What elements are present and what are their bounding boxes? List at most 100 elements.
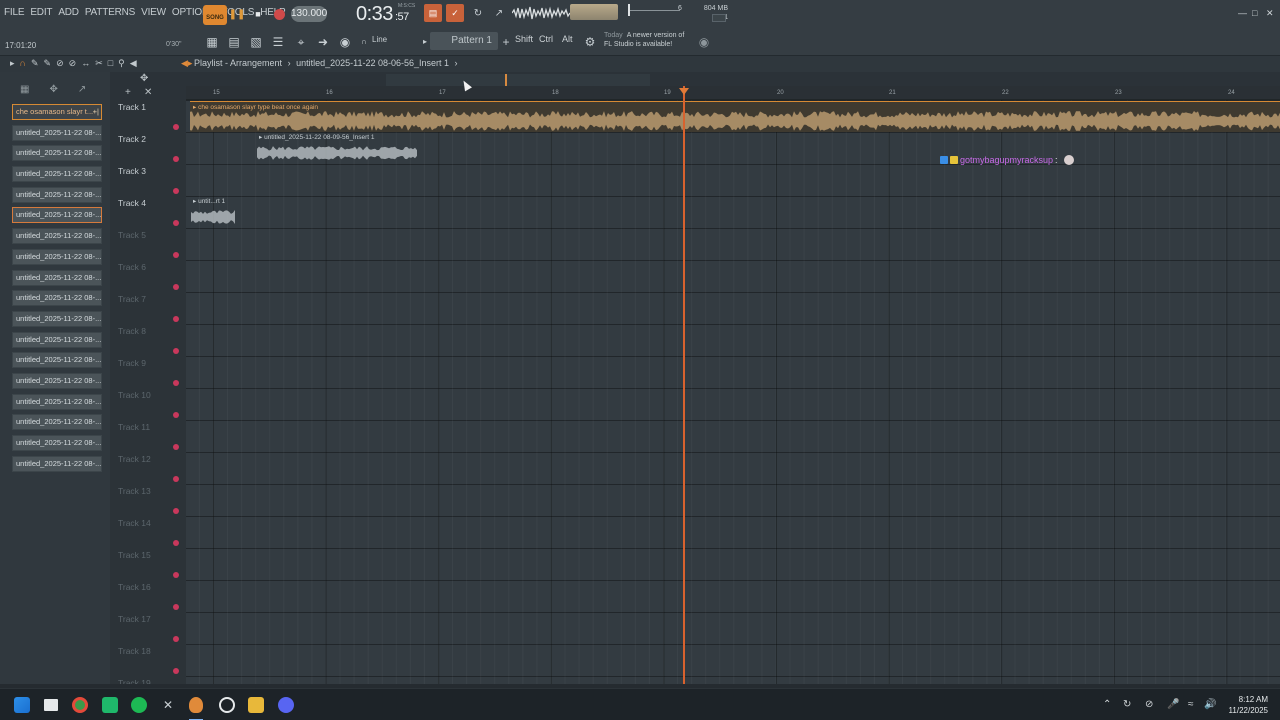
record-button[interactable] bbox=[271, 6, 287, 22]
track-name[interactable]: Track 3 bbox=[118, 166, 146, 176]
playhead-marker-icon[interactable] bbox=[679, 88, 689, 95]
track-mute-dot[interactable] bbox=[173, 508, 179, 514]
track-mute-dot[interactable] bbox=[173, 540, 179, 546]
track-name[interactable]: Track 2 bbox=[118, 134, 146, 144]
menu-file[interactable]: FILE bbox=[4, 7, 25, 18]
tempo-display[interactable]: 130.000 bbox=[291, 6, 327, 22]
add-track-icon[interactable]: + bbox=[125, 87, 131, 98]
remove-track-icon[interactable]: ✕ bbox=[144, 87, 152, 98]
track-name[interactable]: Track 14 bbox=[118, 518, 151, 528]
pattern-item[interactable]: untitled_2025-11-22 08-... bbox=[12, 393, 102, 410]
magnet-snap-icon[interactable]: ∩ bbox=[20, 58, 26, 69]
news-icon[interactable]: ⚙ bbox=[582, 34, 598, 50]
pattern-item[interactable]: untitled_2025-11-22 08-... bbox=[12, 435, 102, 451]
track-mute-dot[interactable] bbox=[173, 604, 179, 610]
online-icon[interactable]: ◉ bbox=[696, 34, 712, 50]
track-name[interactable]: Track 1 bbox=[118, 102, 146, 112]
ctrl-key[interactable]: Ctrl bbox=[539, 34, 553, 44]
track-name[interactable]: Track 10 bbox=[118, 390, 151, 400]
delete-icon[interactable]: ⊘ bbox=[56, 58, 64, 69]
overview-position-marker[interactable] bbox=[505, 74, 507, 86]
menu-add[interactable]: ADD bbox=[58, 7, 79, 18]
move-tool-icon[interactable]: ✥ bbox=[140, 73, 148, 84]
pattern-item[interactable]: che osamason slayr t... +| bbox=[12, 104, 102, 120]
pattern-item[interactable]: untitled_2025-11-22 08-... bbox=[12, 124, 102, 141]
horizontal-overview-scroll[interactable] bbox=[386, 74, 650, 86]
track-mute-dot[interactable] bbox=[173, 284, 179, 290]
playlist-grid[interactable] bbox=[186, 100, 1280, 688]
shift-key[interactable]: Shift bbox=[515, 34, 533, 44]
windows-start-icon[interactable] bbox=[14, 697, 30, 713]
breadcrumb-arrow-icon[interactable]: › bbox=[455, 58, 458, 68]
pattern-item[interactable]: untitled_2025-11-22 08-... bbox=[12, 310, 102, 327]
pattern-item[interactable]: untitled_2025-11-22 08-... bbox=[12, 290, 102, 307]
audio-clip-track-2[interactable]: ▸ untitled_2025-11-22 08-09-56_Insert 1 bbox=[257, 133, 417, 163]
track-name[interactable]: Track 9 bbox=[118, 358, 146, 368]
slice-icon[interactable]: ✂ bbox=[95, 58, 103, 69]
zoom-icon[interactable]: ⚲ bbox=[118, 58, 125, 69]
pattern-item[interactable]: untitled_2025-11-22 08-... bbox=[12, 228, 102, 245]
slip-icon[interactable]: ↔ bbox=[81, 58, 90, 69]
master-pitch-slider[interactable] bbox=[630, 10, 680, 11]
song-mode-button[interactable]: SONG bbox=[203, 5, 227, 25]
mixer-icon[interactable]: ☰ bbox=[270, 34, 286, 50]
track-name[interactable]: Track 15 bbox=[118, 550, 151, 560]
android-studio-icon[interactable] bbox=[102, 697, 118, 713]
track-name[interactable]: Track 6 bbox=[118, 262, 146, 272]
alt-key[interactable]: Alt bbox=[562, 34, 573, 44]
notification-mute-icon[interactable]: ⊘ bbox=[1145, 699, 1153, 710]
browser-icon[interactable]: ⌖ bbox=[293, 34, 309, 50]
breadcrumb[interactable]: untitled_2025-11-22 08-06-56_Insert 1 bbox=[296, 58, 449, 68]
timeline-ruler[interactable]: 15 16 17 18 19 20 21 22 23 24 bbox=[186, 86, 1280, 100]
spotify-icon[interactable] bbox=[131, 697, 147, 713]
microphone-tray-icon[interactable]: 🎤 bbox=[1167, 699, 1179, 710]
track-mute-dot[interactable] bbox=[173, 156, 179, 162]
playlist-nav-icon[interactable]: ◀▸ bbox=[181, 58, 192, 69]
playlist-icon[interactable]: ▦ bbox=[204, 34, 220, 50]
options-arrow-icon[interactable]: ▸ bbox=[10, 58, 15, 69]
track-mute-dot[interactable] bbox=[173, 444, 179, 450]
channel-rack-icon[interactable]: ▧ bbox=[248, 34, 264, 50]
mute-icon[interactable]: ⊘ bbox=[69, 58, 77, 69]
task-view-icon[interactable] bbox=[44, 699, 58, 711]
paint-icon[interactable]: ✎ bbox=[44, 58, 52, 69]
pattern-item[interactable]: untitled_2025-11-22 08-... bbox=[12, 414, 102, 431]
pattern-item[interactable]: untitled_2025-11-22 08-... bbox=[12, 372, 102, 389]
plugin-icon[interactable]: ➜ bbox=[315, 34, 331, 50]
pattern-selector[interactable]: Pattern 1 bbox=[430, 32, 498, 50]
pattern-item[interactable]: untitled_2025-11-22 08-... bbox=[12, 331, 102, 348]
pattern-item[interactable]: untitled_2025-11-22 08-... bbox=[12, 455, 102, 472]
news-panel[interactable]: Today A newer version of FL Studio is ava… bbox=[604, 31, 684, 49]
pattern-item[interactable]: untitled_2025-11-22 08-... bbox=[12, 166, 102, 183]
pattern-item[interactable]: untitled_2025-11-22 08-... bbox=[12, 145, 102, 162]
file-explorer-icon[interactable] bbox=[248, 697, 264, 713]
menu-view[interactable]: VIEW bbox=[141, 7, 166, 18]
track-mute-dot[interactable] bbox=[173, 636, 179, 642]
track-name[interactable]: Track 16 bbox=[118, 582, 151, 592]
sync-icon[interactable]: ↻ bbox=[1123, 699, 1131, 710]
select-icon[interactable]: □ bbox=[108, 58, 113, 69]
discord-icon[interactable] bbox=[278, 697, 294, 713]
pattern-add-icon[interactable]: +| bbox=[93, 105, 99, 119]
track-name[interactable]: Track 18 bbox=[118, 646, 151, 656]
countdown-icon[interactable]: ↗ bbox=[491, 5, 507, 21]
obs-icon[interactable] bbox=[219, 697, 235, 713]
track-mute-dot[interactable] bbox=[173, 124, 179, 130]
audio-clip-track-4[interactable]: ▸ untit...rt 1 bbox=[191, 197, 235, 227]
pattern-item[interactable]: untitled_2025-11-22 08-... bbox=[12, 269, 102, 286]
track-mute-dot[interactable] bbox=[173, 572, 179, 578]
system-clock[interactable]: 8:12 AM 11/22/2025 bbox=[1229, 694, 1268, 716]
track-mute-dot[interactable] bbox=[173, 220, 179, 226]
pattern-item[interactable]: untitled_2025-11-22 08-... bbox=[12, 352, 102, 369]
menu-patterns[interactable]: PATTERNS bbox=[85, 7, 135, 18]
track-mute-dot[interactable] bbox=[173, 188, 179, 194]
playhead-line[interactable] bbox=[683, 86, 685, 684]
pattern-item[interactable]: untitled_2025-11-22 08-... bbox=[12, 248, 102, 265]
track-name[interactable]: Track 5 bbox=[118, 230, 146, 240]
track-name[interactable]: Track 12 bbox=[118, 454, 151, 464]
magnet-icon[interactable]: ∩ bbox=[356, 34, 372, 50]
browser-move-icon[interactable]: ✥ bbox=[49, 84, 57, 100]
track-mute-dot[interactable] bbox=[173, 316, 179, 322]
tray-overflow-icon[interactable]: ⌃ bbox=[1103, 699, 1111, 710]
track-name[interactable]: Track 13 bbox=[118, 486, 151, 496]
